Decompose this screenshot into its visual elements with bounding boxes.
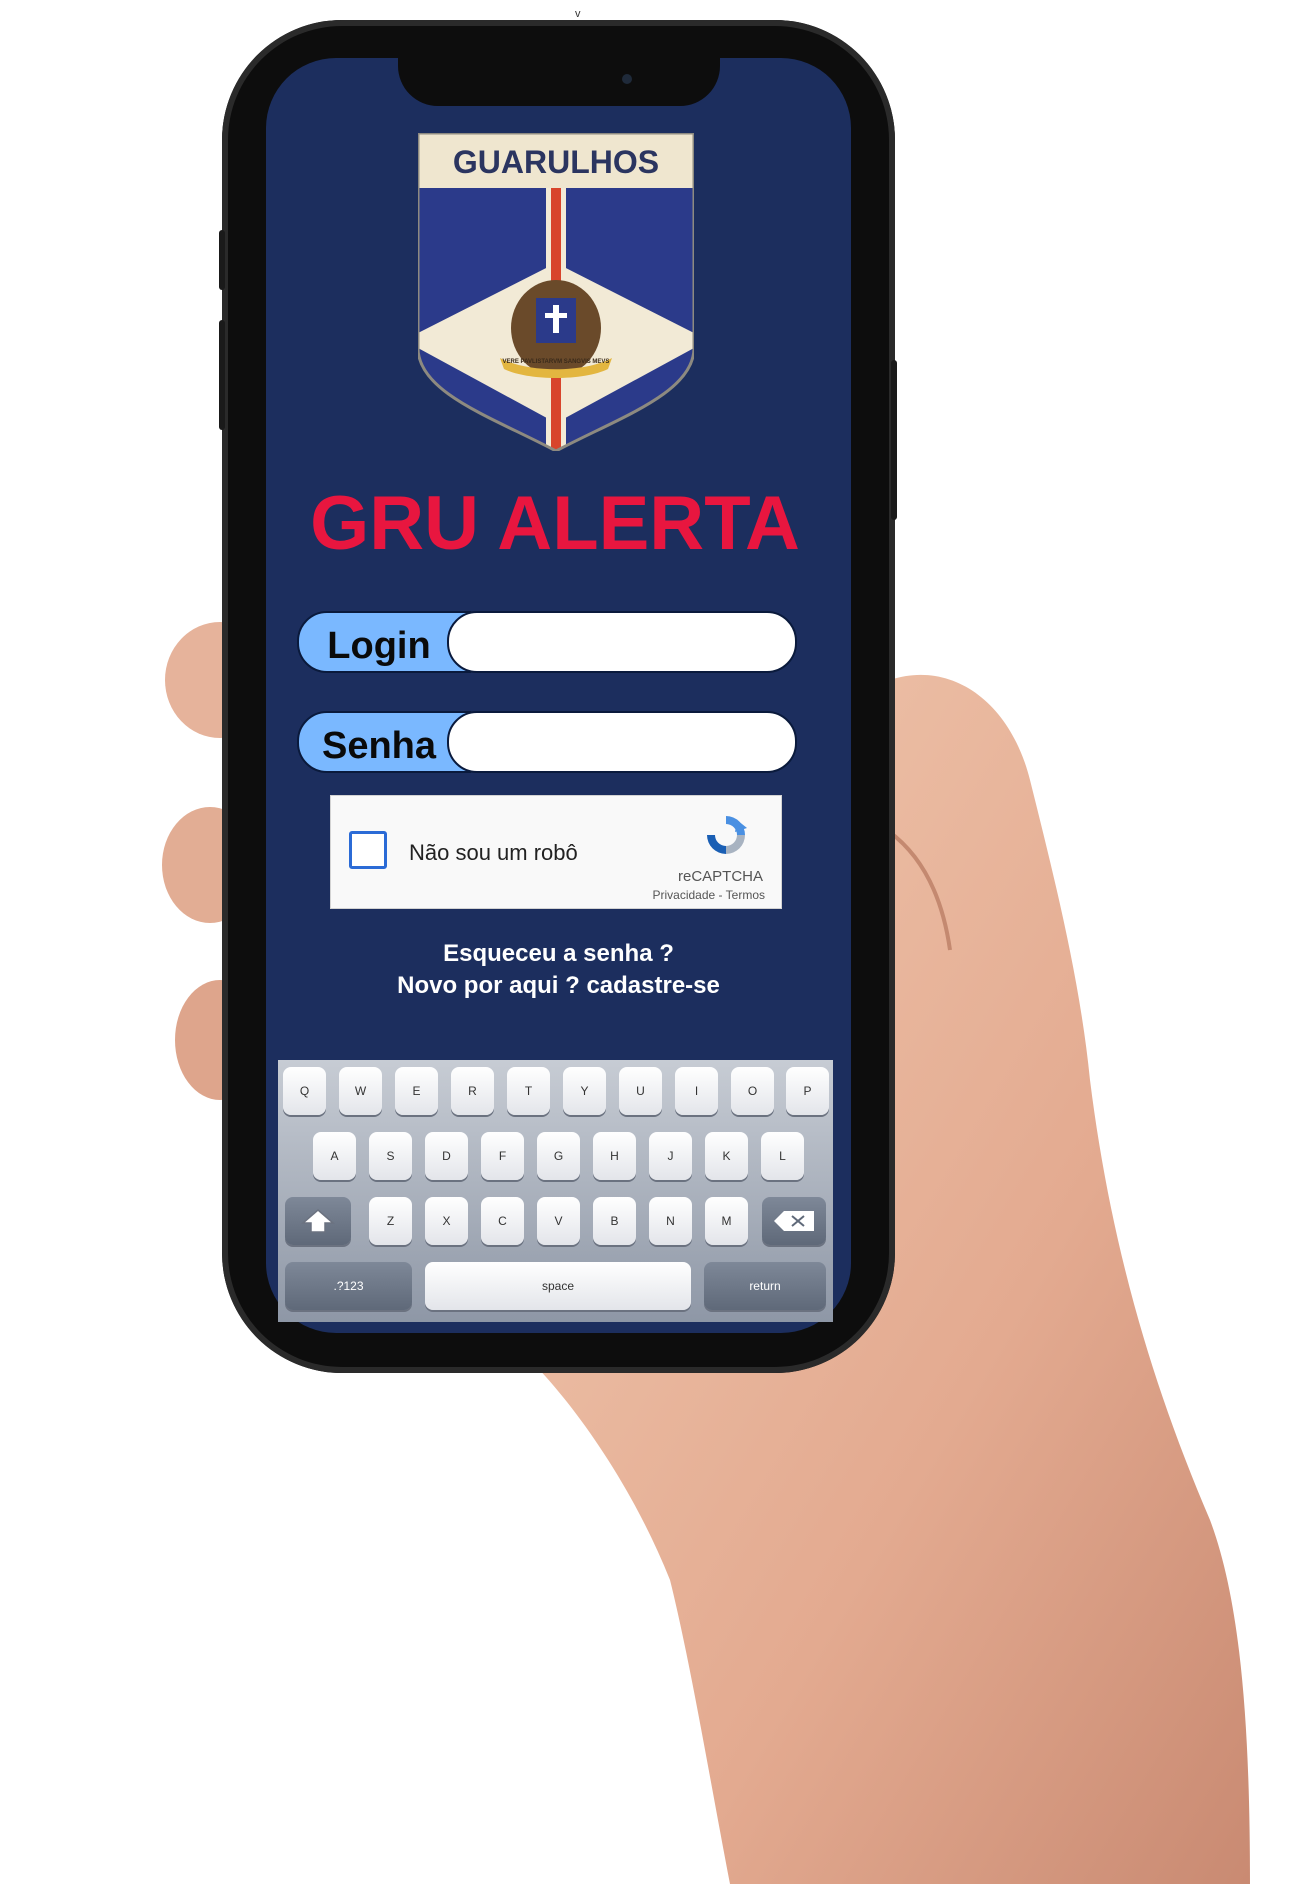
phone-side-button <box>891 360 897 520</box>
key-t[interactable]: T <box>507 1067 550 1115</box>
login-label-pill: Login <box>297 611 471 673</box>
key-o[interactable]: O <box>731 1067 774 1115</box>
app-title: GRU ALERTA <box>310 481 800 566</box>
key-b[interactable]: B <box>593 1197 636 1245</box>
recaptcha-label: Não sou um robô <box>409 840 578 865</box>
key-y[interactable]: Y <box>563 1067 606 1115</box>
crest-banner: GUARULHOS <box>453 144 659 180</box>
key-p[interactable]: P <box>786 1067 829 1115</box>
phone-side-button <box>219 230 225 290</box>
camera-icon <box>622 74 632 84</box>
password-label-pill: Senha <box>297 711 471 773</box>
login-label: Login <box>327 625 431 667</box>
key-g[interactable]: G <box>537 1132 580 1180</box>
shift-icon <box>300 1209 336 1233</box>
key-l[interactable]: L <box>761 1132 804 1180</box>
recaptcha-widget: Não sou um robô reCAPTCHA Privacidade - … <box>330 795 782 909</box>
register-link[interactable]: Novo por aqui ? cadastre-se <box>266 972 851 1000</box>
key-n[interactable]: N <box>649 1197 692 1245</box>
virtual-keyboard: Q W E R T Y U I O P A S D F G H J K L Z … <box>278 1060 833 1322</box>
recaptcha-icon <box>707 816 747 854</box>
key-c[interactable]: C <box>481 1197 524 1245</box>
login-input[interactable] <box>447 611 797 673</box>
key-d[interactable]: D <box>425 1132 468 1180</box>
guarulhos-crest-logo: GUARULHOS VERE PAVLISTARVM SANGVIS MEVS <box>418 133 694 451</box>
backspace-icon <box>774 1211 814 1231</box>
key-w[interactable]: W <box>339 1067 382 1115</box>
phone-notch <box>398 58 720 106</box>
recaptcha-brand: reCAPTCHA <box>677 868 763 885</box>
key-r[interactable]: R <box>451 1067 494 1115</box>
key-s[interactable]: S <box>369 1132 412 1180</box>
numbers-key[interactable]: .?123 <box>285 1262 412 1310</box>
password-input[interactable] <box>447 711 797 773</box>
key-h[interactable]: H <box>593 1132 636 1180</box>
space-key[interactable]: space <box>425 1262 691 1310</box>
password-field[interactable]: Senha <box>297 711 799 773</box>
login-field[interactable]: Login <box>297 611 799 673</box>
recaptcha-links[interactable]: Privacidade - Termos <box>653 888 766 902</box>
key-z[interactable]: Z <box>369 1197 412 1245</box>
key-x[interactable]: X <box>425 1197 468 1245</box>
key-u[interactable]: U <box>619 1067 662 1115</box>
key-v[interactable]: V <box>537 1197 580 1245</box>
forgot-password-link[interactable]: Esqueceu a senha ? <box>266 940 851 968</box>
password-label: Senha <box>321 725 437 767</box>
top-mark: v <box>575 8 581 20</box>
key-m[interactable]: M <box>705 1197 748 1245</box>
shift-key[interactable] <box>285 1197 351 1245</box>
key-q[interactable]: Q <box>283 1067 326 1115</box>
phone-side-button <box>219 320 225 430</box>
key-f[interactable]: F <box>481 1132 524 1180</box>
key-k[interactable]: K <box>705 1132 748 1180</box>
key-a[interactable]: A <box>313 1132 356 1180</box>
key-e[interactable]: E <box>395 1067 438 1115</box>
recaptcha-checkbox[interactable] <box>349 831 387 869</box>
return-key[interactable]: return <box>704 1262 826 1310</box>
key-j[interactable]: J <box>649 1132 692 1180</box>
backspace-key[interactable] <box>762 1197 826 1245</box>
key-i[interactable]: I <box>675 1067 718 1115</box>
crest-motto: VERE PAVLISTARVM SANGVIS MEVS <box>503 359 610 365</box>
